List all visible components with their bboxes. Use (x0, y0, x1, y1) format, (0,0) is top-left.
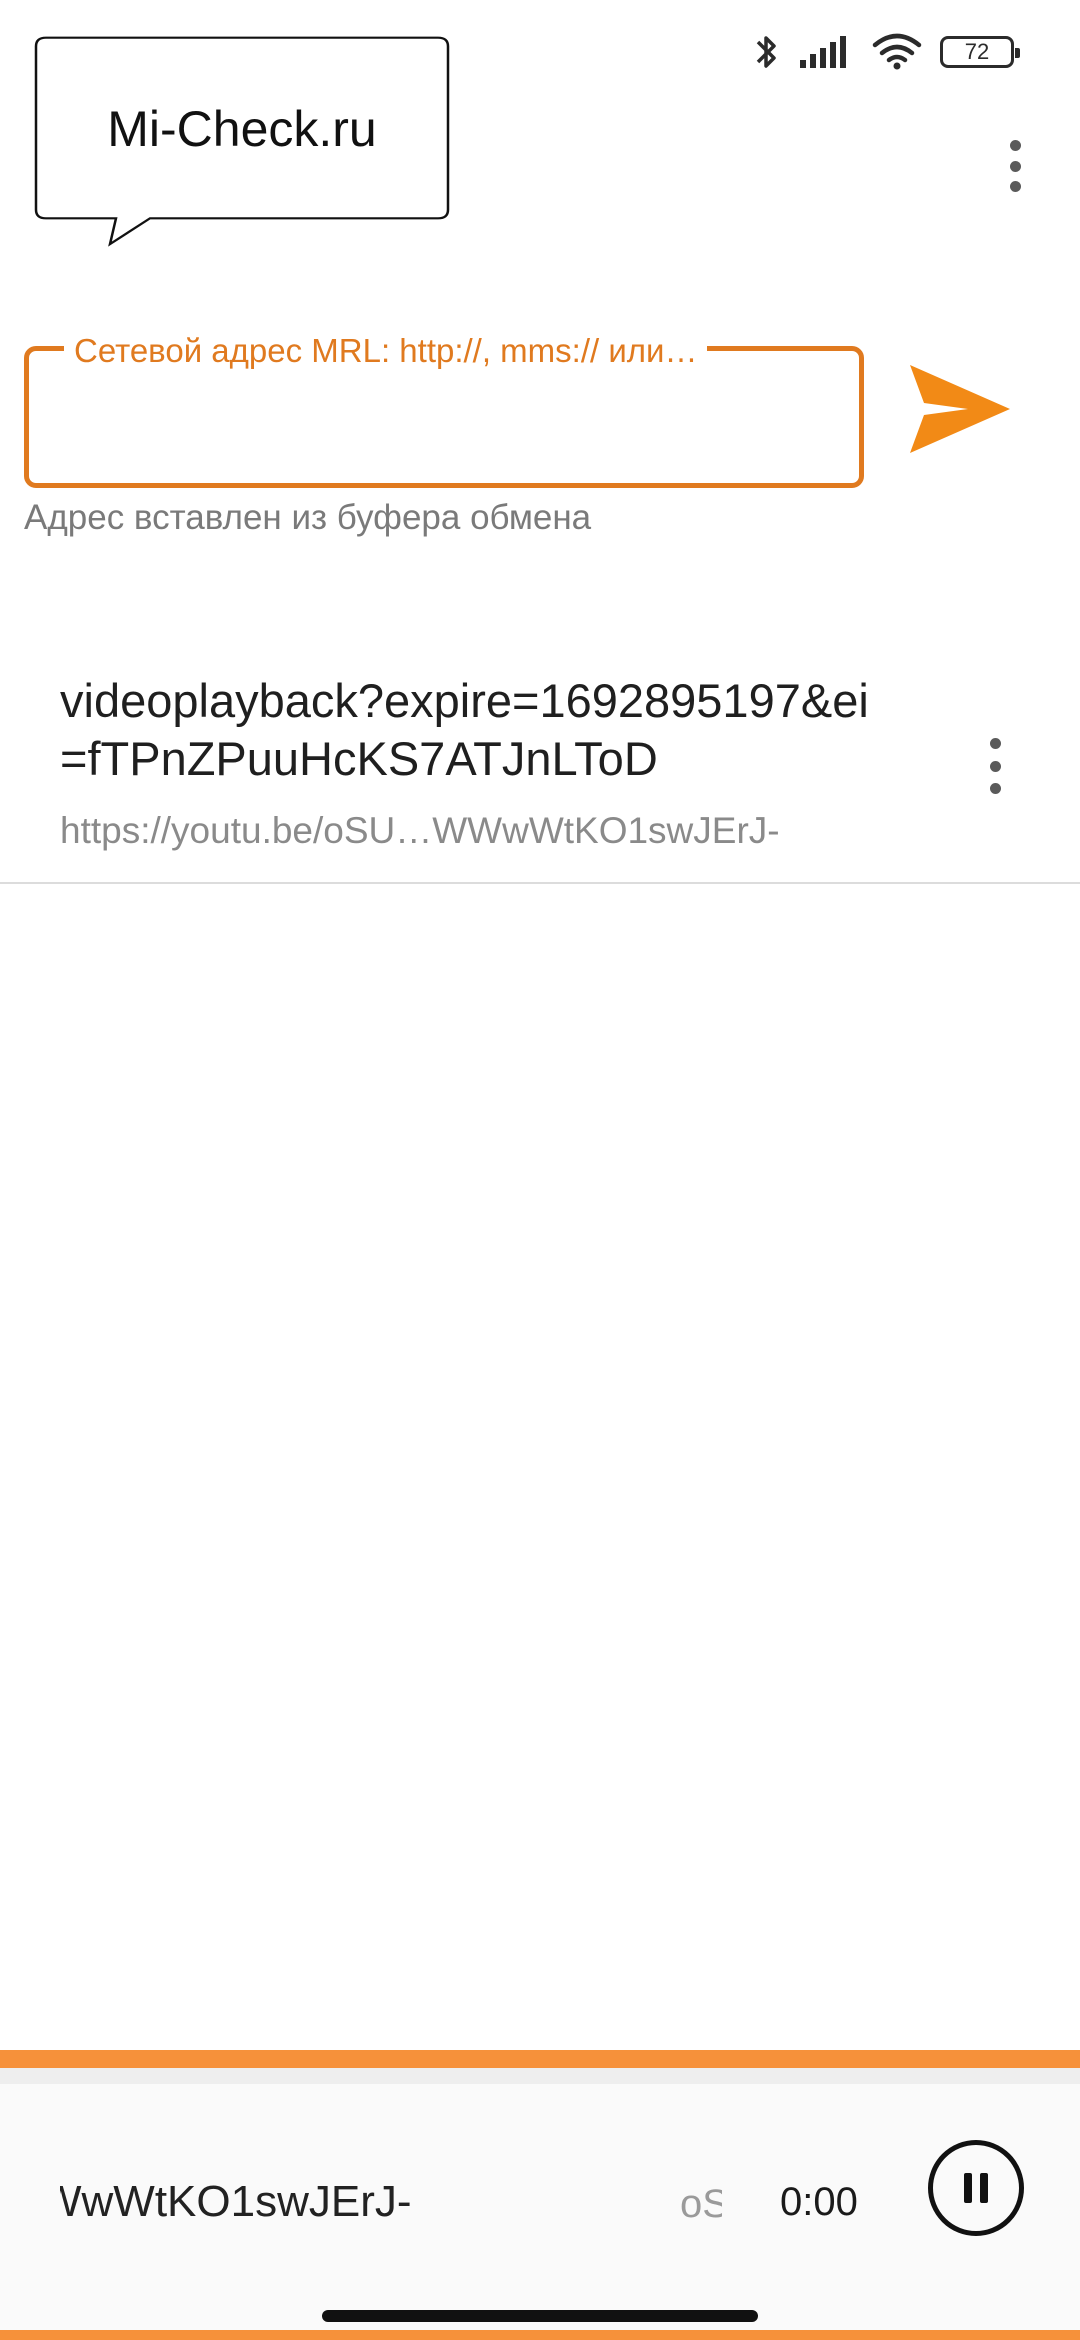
more-vert-icon (989, 738, 1001, 749)
send-button[interactable] (900, 354, 1020, 464)
mrl-input-label: Сетевой адрес MRL: http://, mms:// или… (64, 332, 708, 370)
history-list-item[interactable]: videoplayback?expire=1692895197&ei=fTPnZ… (0, 660, 1080, 884)
more-vert-icon-dot (1009, 160, 1021, 172)
pause-icon (964, 2173, 972, 2203)
more-vert-icon (1009, 140, 1021, 151)
history-item-url: https://youtu.be/oSU…WWwWtKO1swJErJ- (60, 810, 780, 851)
watermark-text: Mi-Check.ru (107, 101, 377, 157)
mrl-helper-text: Адрес вставлен из буфера обмена (24, 498, 592, 537)
home-indicator[interactable] (322, 2310, 758, 2322)
pause-icon-bar (980, 2173, 988, 2203)
send-icon (910, 365, 1010, 453)
status-icons: 72 (752, 30, 1020, 74)
more-vert-icon-dot (1009, 181, 1021, 192)
player-title-text: WwWtKO1swJErJ- (60, 2177, 412, 2226)
more-vert-icon-dot (989, 760, 1001, 772)
player-progress-bar (0, 2050, 1080, 2068)
overflow-menu-button[interactable] (990, 136, 1040, 196)
history-item-title: videoplayback?expire=1692895197&ei=fTPnZ… (60, 674, 869, 785)
history-item-menu-button[interactable] (970, 738, 1020, 794)
mrl-input[interactable] (46, 380, 836, 460)
pause-button[interactable] (928, 2140, 1024, 2236)
player-artist: oS (680, 2182, 722, 2226)
bottom-accent-bar (0, 2330, 1080, 2340)
wifi-icon (872, 33, 922, 70)
player-divider (0, 2068, 1080, 2084)
player-time: 0:00 (780, 2180, 858, 2224)
signal-icon (800, 36, 846, 68)
mini-player[interactable]: WwWtKO1swJErJ- oS 0:00 (0, 2084, 1080, 2332)
battery-level: 72 (964, 39, 990, 64)
bluetooth-icon (756, 36, 776, 68)
more-vert-icon-dot (989, 783, 1001, 794)
player-title: WwWtKO1swJErJ- (60, 2172, 480, 2232)
battery-icon: 72 (940, 36, 1020, 68)
